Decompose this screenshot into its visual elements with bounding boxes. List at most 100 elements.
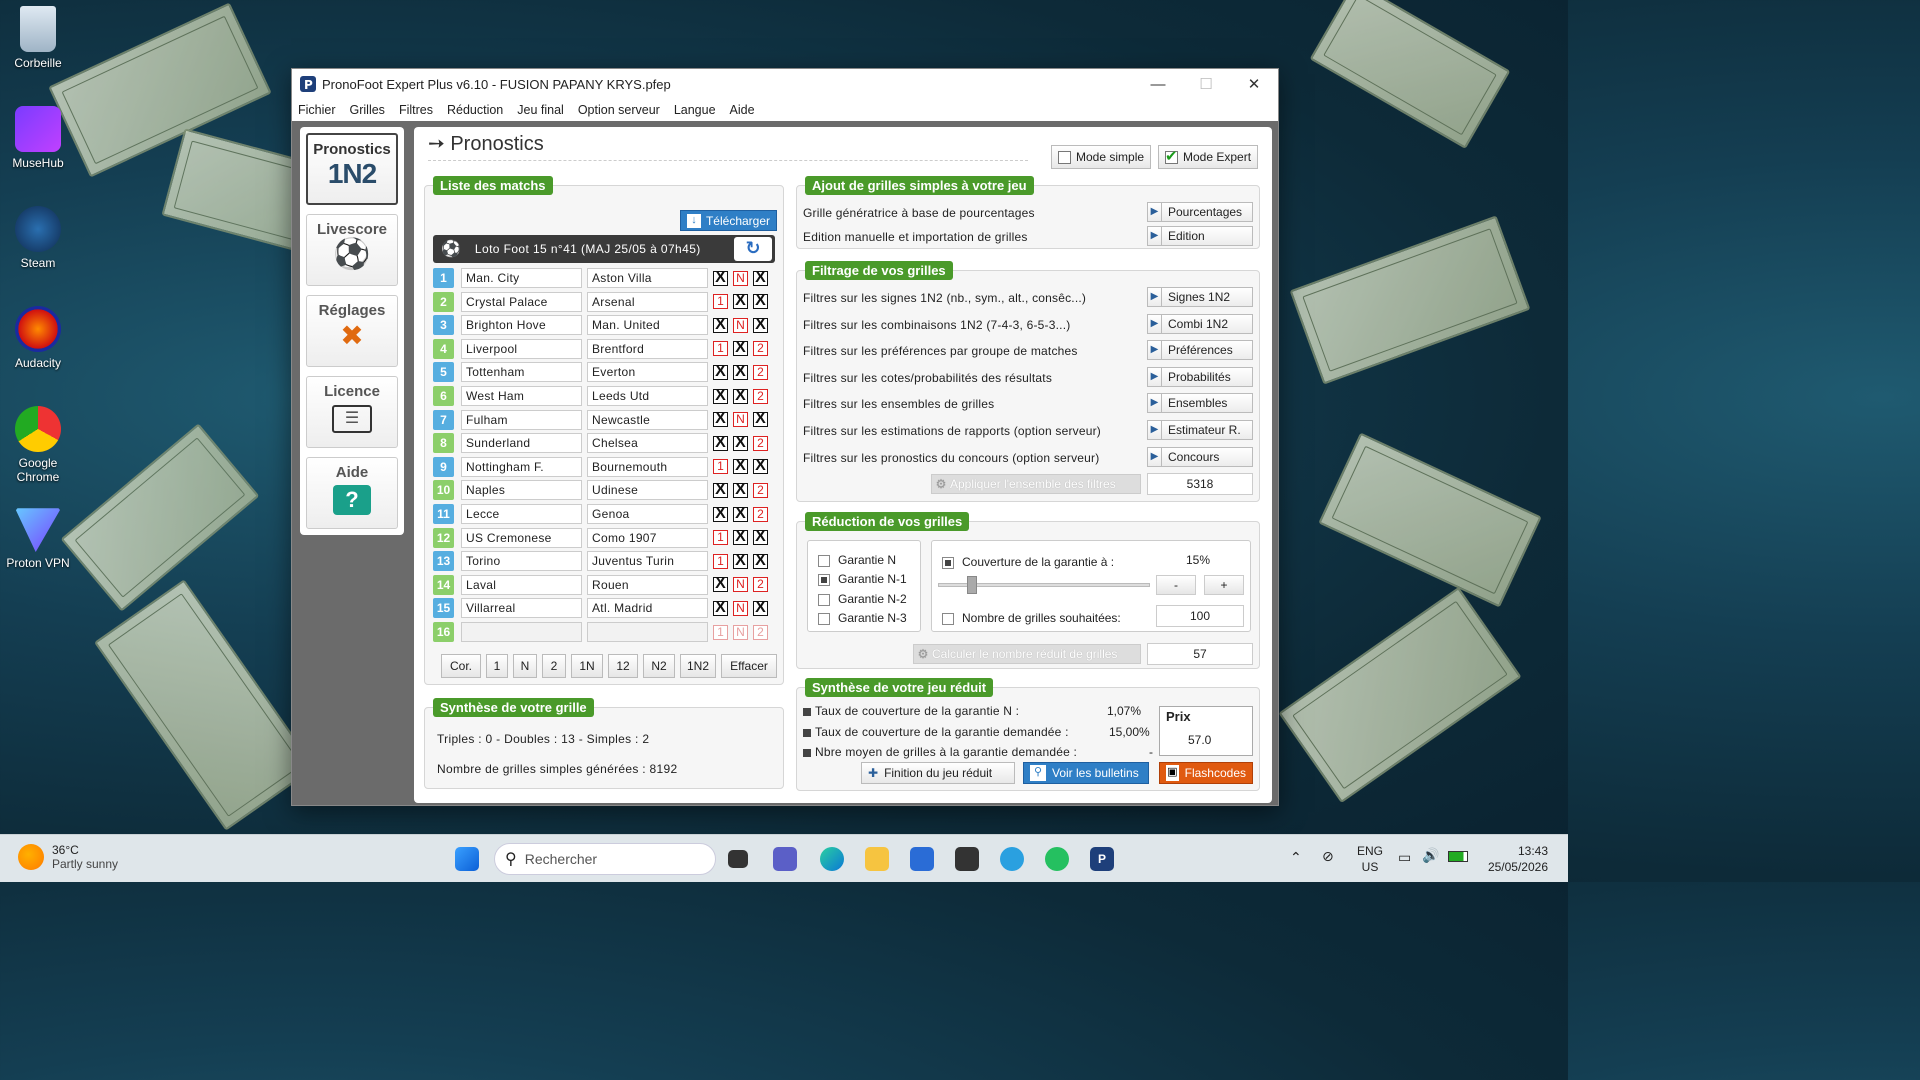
teams-icon[interactable] bbox=[773, 847, 797, 871]
sign-1-toggle[interactable]: X bbox=[713, 269, 728, 286]
voir-bulletins-button[interactable]: ⚲ Voir les bulletins bbox=[1023, 762, 1149, 784]
menu-reduction[interactable]: Réduction bbox=[447, 103, 503, 117]
telegram-icon[interactable] bbox=[1000, 847, 1024, 871]
plus-button[interactable]: + bbox=[1204, 575, 1244, 595]
home-team-field[interactable]: Villarreal bbox=[461, 598, 582, 619]
file-explorer-icon[interactable] bbox=[865, 847, 889, 871]
sign-1-toggle[interactable]: 1 bbox=[713, 530, 728, 546]
desktop-icon-musehub[interactable]: MuseHub bbox=[4, 106, 72, 170]
sign-1-toggle[interactable]: 1 bbox=[713, 459, 728, 475]
edge-icon[interactable] bbox=[820, 847, 844, 871]
away-team-field[interactable]: Brentford bbox=[587, 338, 708, 359]
sign-2-toggle[interactable]: 2 bbox=[753, 341, 768, 357]
menu-aide[interactable]: Aide bbox=[730, 103, 755, 117]
minimize-button[interactable]: — bbox=[1134, 76, 1182, 93]
home-team-field[interactable]: Tottenham bbox=[461, 362, 582, 383]
away-team-field[interactable]: Chelsea bbox=[587, 433, 708, 454]
refresh-button[interactable]: ↻ bbox=[734, 237, 772, 261]
store-icon[interactable] bbox=[910, 847, 934, 871]
away-team-field[interactable]: Arsenal bbox=[587, 291, 708, 312]
sign-n-toggle[interactable]: X bbox=[733, 458, 748, 475]
volume-icon[interactable]: 🔊 bbox=[1422, 847, 1439, 864]
sign-n-toggle[interactable]: N bbox=[733, 624, 748, 640]
battery-icon[interactable] bbox=[1448, 851, 1468, 862]
app-cube-icon[interactable] bbox=[955, 847, 979, 871]
menu-filtres[interactable]: Filtres bbox=[399, 103, 433, 117]
nb-grilles-option[interactable]: Nombre de grilles souhaitées: bbox=[942, 611, 1121, 625]
sign-2-toggle[interactable]: 2 bbox=[753, 364, 768, 380]
sign-n-toggle[interactable]: X bbox=[733, 505, 748, 522]
away-team-field[interactable]: Bournemouth bbox=[587, 456, 708, 477]
search-box[interactable]: ⚲ Rechercher bbox=[494, 843, 716, 875]
menu-langue[interactable]: Langue bbox=[674, 103, 716, 117]
sign-n-toggle[interactable]: X bbox=[733, 481, 748, 498]
clear-button[interactable]: Effacer bbox=[721, 654, 777, 678]
sign-n-toggle[interactable]: N bbox=[733, 317, 748, 333]
sign-n-toggle[interactable]: N bbox=[733, 577, 748, 593]
sign-2-toggle[interactable]: X bbox=[753, 458, 768, 475]
network-off-icon[interactable]: ⊘ bbox=[1322, 848, 1334, 865]
sign-2-toggle[interactable]: X bbox=[753, 293, 768, 310]
sign-1-toggle[interactable]: 1 bbox=[713, 341, 728, 357]
edition-button[interactable]: ▶ Edition bbox=[1147, 226, 1253, 246]
menu-option-serveur[interactable]: Option serveur bbox=[578, 103, 660, 117]
pronofoot-taskbar-icon[interactable]: P bbox=[1090, 847, 1114, 871]
away-team-field[interactable]: Genoa bbox=[587, 504, 708, 524]
pourcentages-button[interactable]: ▶ Pourcentages bbox=[1147, 202, 1253, 222]
garantie-n3-option[interactable]: Garantie N-3 bbox=[818, 611, 907, 625]
menu-grilles[interactable]: Grilles bbox=[350, 103, 385, 117]
apply-filters-button[interactable]: ⚙ Appliquer l'ensemble des filtres bbox=[931, 474, 1141, 494]
sidebar-item-pronostics[interactable]: Pronostics 1N2 bbox=[306, 133, 398, 205]
filter-button[interactable]: ▶ Estimateur R. bbox=[1147, 420, 1253, 440]
sign-1-toggle[interactable]: X bbox=[713, 599, 728, 616]
away-team-field[interactable]: Man. United bbox=[587, 315, 708, 336]
filter-2-button[interactable]: 2 bbox=[542, 654, 566, 678]
sign-2-toggle[interactable]: 2 bbox=[753, 435, 768, 451]
filter-button[interactable]: ▶ Signes 1N2 bbox=[1147, 287, 1253, 307]
away-team-field[interactable]: Juventus Turin bbox=[587, 551, 708, 572]
home-team-field[interactable]: Brighton Hove bbox=[461, 315, 582, 336]
sign-n-toggle[interactable]: X bbox=[733, 387, 748, 404]
menu-jeu-final[interactable]: Jeu final bbox=[517, 103, 564, 117]
chevron-up-icon[interactable]: ⌃ bbox=[1290, 849, 1302, 866]
monitor-icon[interactable]: ▭ bbox=[1398, 849, 1411, 866]
away-team-field[interactable]: Everton bbox=[587, 362, 708, 383]
sign-1-toggle[interactable]: 1 bbox=[713, 553, 728, 569]
filter-12-button[interactable]: 12 bbox=[608, 654, 638, 678]
home-team-field[interactable]: US Cremonese bbox=[461, 527, 582, 548]
sign-1-toggle[interactable]: 1 bbox=[713, 624, 728, 640]
home-team-field[interactable]: West Ham bbox=[461, 386, 582, 406]
home-team-field[interactable]: Crystal Palace bbox=[461, 291, 582, 312]
garantie-n-option[interactable]: Garantie N bbox=[818, 553, 896, 567]
sign-n-toggle[interactable]: N bbox=[733, 412, 748, 428]
sign-2-toggle[interactable]: 2 bbox=[753, 506, 768, 522]
minus-button[interactable]: - bbox=[1156, 575, 1196, 595]
flashcodes-button[interactable]: ▣ Flashcodes bbox=[1159, 762, 1253, 784]
filter-button[interactable]: ▶ Probabilités bbox=[1147, 366, 1253, 387]
whatsapp-icon[interactable] bbox=[1045, 847, 1069, 871]
calculate-button[interactable]: ⚙ Calculer le nombre réduit de grilles bbox=[913, 644, 1141, 664]
filter-n-button[interactable]: N bbox=[513, 654, 537, 678]
sign-n-toggle[interactable]: N bbox=[733, 600, 748, 616]
sign-2-toggle[interactable]: X bbox=[753, 411, 768, 428]
mode-expert-button[interactable]: Mode Expert bbox=[1158, 145, 1259, 169]
away-team-field[interactable]: Udinese bbox=[587, 480, 708, 501]
home-team-field[interactable]: Fulham bbox=[461, 409, 582, 430]
sign-1-toggle[interactable]: X bbox=[713, 387, 728, 404]
filter-button[interactable]: ▶ Ensembles bbox=[1147, 393, 1253, 414]
sign-1-toggle[interactable]: X bbox=[713, 434, 728, 451]
home-team-field[interactable]: Sunderland bbox=[461, 433, 582, 454]
sign-1-toggle[interactable]: X bbox=[713, 505, 728, 522]
away-team-field[interactable]: Atl. Madrid bbox=[587, 598, 708, 619]
desktop-icon-protonvpn[interactable]: Proton VPN bbox=[4, 506, 72, 570]
couverture-option[interactable]: Couverture de la garantie à : bbox=[942, 555, 1114, 569]
away-team-field[interactable] bbox=[587, 622, 708, 642]
sign-1-toggle[interactable]: X bbox=[713, 411, 728, 428]
sign-2-toggle[interactable]: 2 bbox=[753, 388, 768, 404]
menu-fichier[interactable]: Fichier bbox=[298, 103, 336, 117]
sign-2-toggle[interactable]: 2 bbox=[753, 577, 768, 593]
sign-2-toggle[interactable]: X bbox=[753, 529, 768, 546]
filter-1n2-button[interactable]: 1N2 bbox=[680, 654, 716, 678]
home-team-field[interactable]: Man. City bbox=[461, 268, 582, 288]
sign-n-toggle[interactable]: X bbox=[733, 363, 748, 380]
